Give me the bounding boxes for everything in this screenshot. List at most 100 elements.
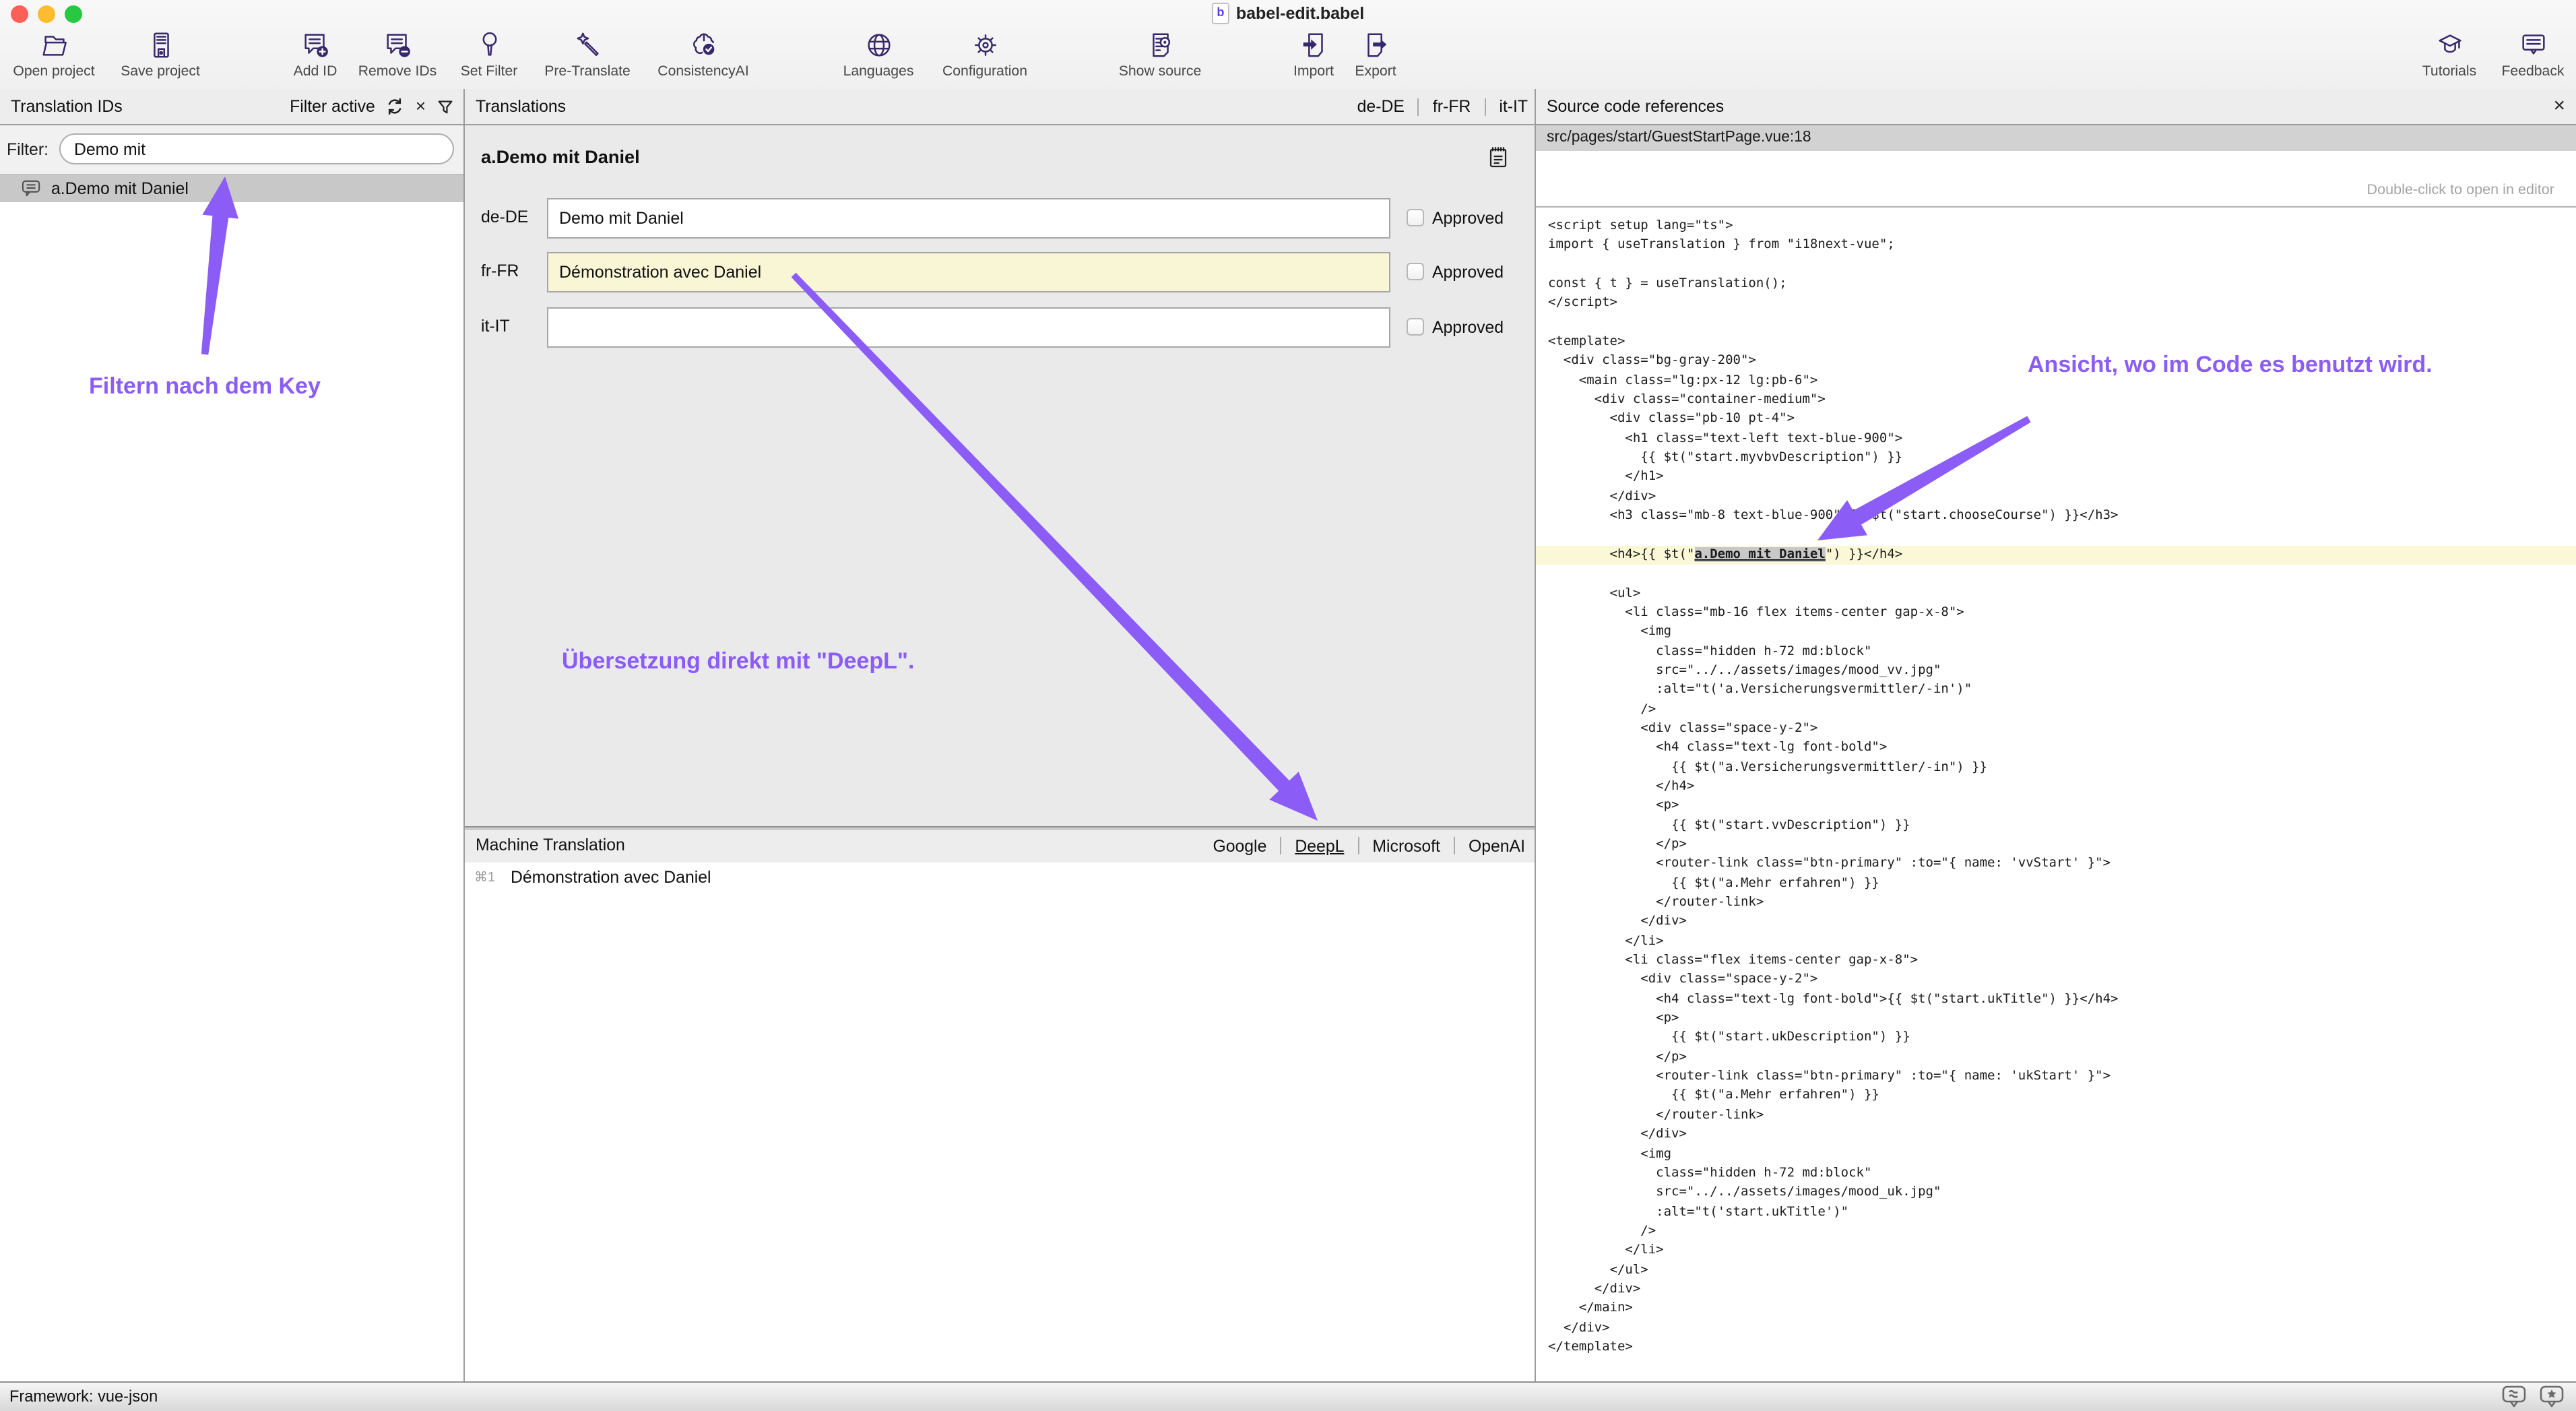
approved-checkbox-de-DE[interactable] (1407, 209, 1424, 226)
magic-wand-icon (572, 30, 603, 61)
provider-separator (1357, 837, 1359, 854)
code-line: </router-link> (1548, 1106, 2576, 1126)
filter-funnel-icon[interactable] (437, 98, 454, 115)
code-line: </div> (1548, 1125, 2576, 1145)
code-line: </div> (1548, 913, 2576, 933)
configuration-button[interactable]: Configuration (920, 30, 1050, 80)
code-line: :alt="t('a.Versicherungsvermittler/-in')… (1548, 681, 2576, 701)
tab-fr-FR[interactable]: fr-FR (1431, 97, 1472, 116)
tab-de-DE[interactable]: de-DE (1356, 97, 1406, 116)
code-line: <router-link class="btn-primary" :to="{ … (1548, 1067, 2576, 1087)
gear-icon (969, 30, 1000, 61)
code-line: </router-link> (1548, 893, 2576, 913)
app-window: b babel-edit.babel Open project Save pro… (0, 0, 2576, 1411)
code-line: const { t } = useTranslation(); (1548, 275, 2576, 294)
code-line: <h4 class="text-lg font-bold">{{ $t("sta… (1548, 991, 2576, 1010)
code-line: </li> (1548, 932, 2576, 951)
code-line: {{ $t("start.vvDescription") }} (1548, 816, 2576, 836)
approved-checkbox-it-IT[interactable] (1407, 318, 1424, 336)
code-line: <script setup lang="ts"> (1548, 217, 2576, 237)
message-bubble-icon (22, 179, 42, 198)
translations-header: Translations de-DE fr-FR it-IT (465, 89, 1535, 125)
close-button[interactable] (11, 5, 28, 23)
translation-ids-title: Translation IDs (11, 89, 123, 124)
export-icon (1360, 30, 1391, 61)
provider-separator (1280, 837, 1281, 854)
source-file-path: src/pages/start/GuestStartPage.vue:18 (1547, 125, 1811, 151)
code-line: <li class="mb-16 flex items-center gap-x… (1548, 604, 2576, 623)
code-line: </p> (1548, 836, 2576, 855)
rate-star-bubble-icon[interactable] (2540, 1385, 2565, 1408)
add-id-icon (300, 30, 331, 61)
approved-checkbox-fr-FR[interactable] (1407, 263, 1424, 280)
code-line: </p> (1548, 1048, 2576, 1068)
whats-new-bubble-icon[interactable] (2502, 1385, 2527, 1408)
code-line: <p> (1548, 1009, 2576, 1029)
refresh-icon[interactable] (386, 97, 405, 116)
code-line: /> (1548, 1222, 2576, 1242)
code-line: {{ $t("a.Mehr erfahren") }} (1548, 874, 2576, 893)
translation-input-de-DE[interactable] (547, 198, 1390, 239)
code-line: <h4>{{ $t("a.Demo mit Daniel") }}</h4> (1536, 546, 2576, 565)
translation-id-item-selected[interactable]: a.Demo mit Daniel (0, 175, 463, 202)
approved-label-de-DE: Approved (1432, 208, 1504, 227)
source-eye-icon (1145, 30, 1176, 61)
show-source-button[interactable]: Show source (1095, 30, 1225, 80)
provider-microsoft[interactable]: Microsoft (1371, 836, 1442, 855)
code-line: <p> (1548, 797, 2576, 817)
funnel-icon (474, 30, 505, 61)
code-line: src="../../assets/images/mood_vv.jpg" (1548, 662, 2576, 681)
translation-id-list: a.Demo mit Daniel (0, 175, 463, 1381)
code-line: <router-link class="btn-primary" :to="{ … (1548, 855, 2576, 875)
code-line: {{ $t("a.Mehr erfahren") }} (1548, 1087, 2576, 1106)
code-line: </h4> (1548, 778, 2576, 797)
highlighted-translation-key: a.Demo mit Daniel (1694, 547, 1825, 562)
provider-separator (1454, 837, 1455, 854)
lang-label-fr-FR: fr-FR (481, 261, 519, 280)
code-line: <h3 class="mb-8 text-blue-900">{{ $t("st… (1548, 507, 2576, 526)
consistency-ai-button[interactable]: ConsistencyAI (639, 30, 768, 80)
tab-it-IT[interactable]: it-IT (1498, 97, 1529, 116)
mt-suggestion[interactable]: Démonstration avec Daniel (511, 868, 711, 887)
code-line: {{ $t("a.Versicherungsvermittler/-in") }… (1548, 758, 2576, 778)
annotation-code-note: Ansicht, wo im Code es benutzt wird. (2028, 352, 2433, 379)
translation-key-title: a.Demo mit Daniel (481, 147, 640, 167)
filter-active-label: Filter active (290, 97, 375, 116)
code-line: <ul> (1548, 584, 2576, 604)
code-line: {{ $t("start.myvbvDescription") }} (1548, 449, 2576, 468)
window-title: babel-edit.babel (1236, 4, 1364, 23)
translation-input-it-IT[interactable] (547, 307, 1390, 348)
code-line: class="hidden h-72 md:block" (1548, 1164, 2576, 1184)
code-line: </div> (1548, 1280, 2576, 1300)
zoom-button[interactable] (65, 5, 82, 23)
code-line: <div class="space-y-2"> (1548, 720, 2576, 739)
pre-translate-button[interactable]: Pre-Translate (523, 30, 652, 80)
export-button[interactable]: Export (1311, 30, 1440, 80)
code-line: <img (1548, 1145, 2576, 1164)
annotation-deepl-note: Übersetzung direkt mit "DeepL". (562, 648, 914, 675)
lang-label-de-DE: de-DE (481, 208, 528, 226)
source-file-row[interactable]: src/pages/start/GuestStartPage.vue:18 (1536, 125, 2576, 151)
machine-translation-title: Machine Translation (476, 830, 625, 861)
translation-input-fr-FR[interactable] (547, 252, 1390, 292)
translation-id-label: a.Demo mit Daniel (51, 175, 189, 202)
code-line: :alt="t('start.ukTitle')" (1548, 1203, 2576, 1222)
provider-google[interactable]: Google (1211, 836, 1268, 855)
approved-label-fr-FR: Approved (1432, 262, 1504, 281)
source-refs-title: Source code references (1547, 89, 1724, 124)
clear-filter-icon[interactable]: × (416, 97, 426, 116)
code-line: <li class="flex items-center gap-x-8"> (1548, 951, 2576, 971)
feedback-button[interactable]: Feedback (2468, 30, 2576, 80)
provider-openai[interactable]: OpenAI (1467, 836, 1526, 855)
window-title-group: b babel-edit.babel (1212, 3, 1364, 24)
title-toolbar: b babel-edit.babel Open project Save pro… (0, 0, 2576, 90)
code-line: {{ $t("start.ukDescription") }} (1548, 1029, 2576, 1048)
filter-input[interactable] (59, 133, 454, 164)
provider-deepl[interactable]: DeepL (1293, 836, 1345, 855)
close-source-refs-icon[interactable]: × (2553, 89, 2565, 123)
window-controls (11, 5, 82, 23)
notes-icon[interactable] (1489, 146, 1508, 168)
save-project-button[interactable]: Save project (96, 30, 225, 80)
code-line: import { useTranslation } from "i18next-… (1548, 237, 2576, 256)
minimize-button[interactable] (38, 5, 55, 23)
